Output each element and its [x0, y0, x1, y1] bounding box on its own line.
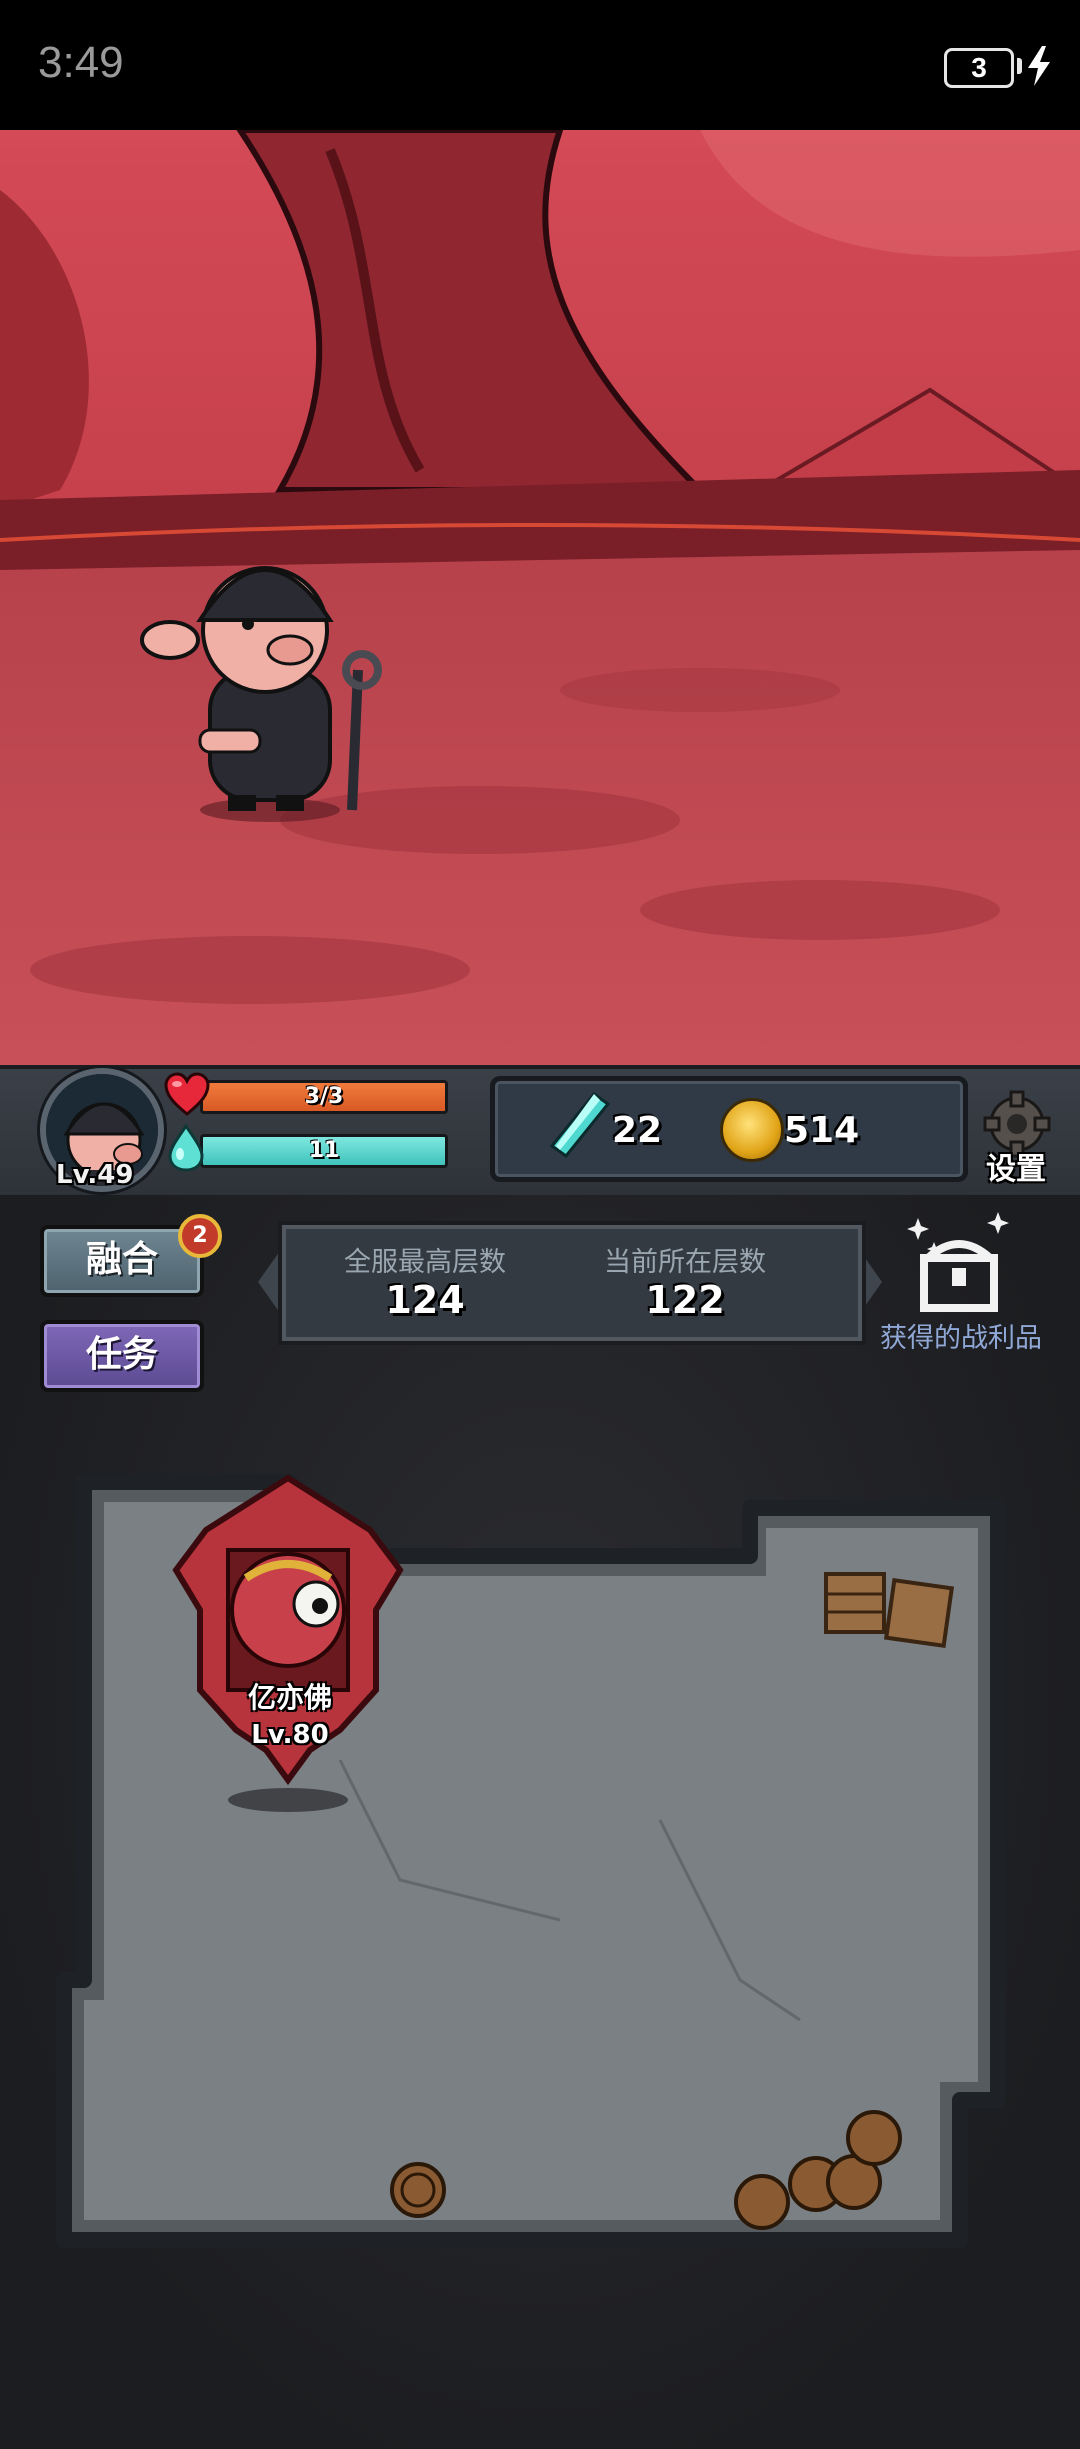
- wooden-barrel: [846, 2110, 902, 2166]
- mp-value: 11: [308, 1138, 340, 1163]
- battle-scene[interactable]: [0, 130, 1080, 1065]
- server-max-floor-value: 124: [385, 1278, 465, 1322]
- wooden-barrel: [734, 2174, 790, 2230]
- hp-bar: 3/3: [200, 1080, 448, 1114]
- server-max-floor-label: 全服最高层数: [344, 1247, 506, 1278]
- wooden-barrel: [390, 2162, 446, 2218]
- coin-icon: [720, 1098, 784, 1162]
- floor-panel-deco-left: [258, 1248, 282, 1316]
- lightning-bolt-icon: [1028, 46, 1050, 86]
- player-level: Lv.49: [56, 1160, 134, 1190]
- drop-icon: [168, 1124, 204, 1172]
- heart-icon: [164, 1072, 210, 1116]
- current-floor-label: 当前所在层数: [604, 1247, 766, 1278]
- ground-slab: [30, 936, 470, 1004]
- ground-slab: [280, 786, 680, 854]
- crystal-icon: [549, 1092, 610, 1158]
- wooden-crate: [824, 1572, 886, 1634]
- battery-nub: [1017, 58, 1022, 74]
- current-floor-value: 122: [645, 1278, 725, 1322]
- ground-slab: [560, 668, 840, 712]
- boss-name: 亿亦佛: [247, 1681, 332, 1714]
- status-bar: [0, 0, 1080, 130]
- task-button[interactable]: 任务: [40, 1320, 204, 1392]
- loot-button[interactable]: 获得的战利品: [880, 1316, 1042, 1355]
- fusion-notification-badge: 2: [178, 1214, 222, 1258]
- boss-level: Lv.80: [251, 1720, 329, 1750]
- settings-button[interactable]: 设置: [986, 1144, 1046, 1188]
- crystal-count: 22: [612, 1110, 663, 1151]
- treasure-chest-icon[interactable]: [904, 1212, 1014, 1312]
- coin-count: 514: [784, 1110, 860, 1151]
- ground-slab: [640, 880, 1000, 940]
- status-time: 3:49: [38, 38, 124, 87]
- battery-indicator: 3: [944, 48, 1014, 88]
- mp-bar: 11: [200, 1134, 448, 1168]
- dungeon-map[interactable]: [40, 1460, 1020, 2260]
- hp-value: 3/3: [304, 1084, 344, 1109]
- wooden-crate: [883, 1577, 955, 1649]
